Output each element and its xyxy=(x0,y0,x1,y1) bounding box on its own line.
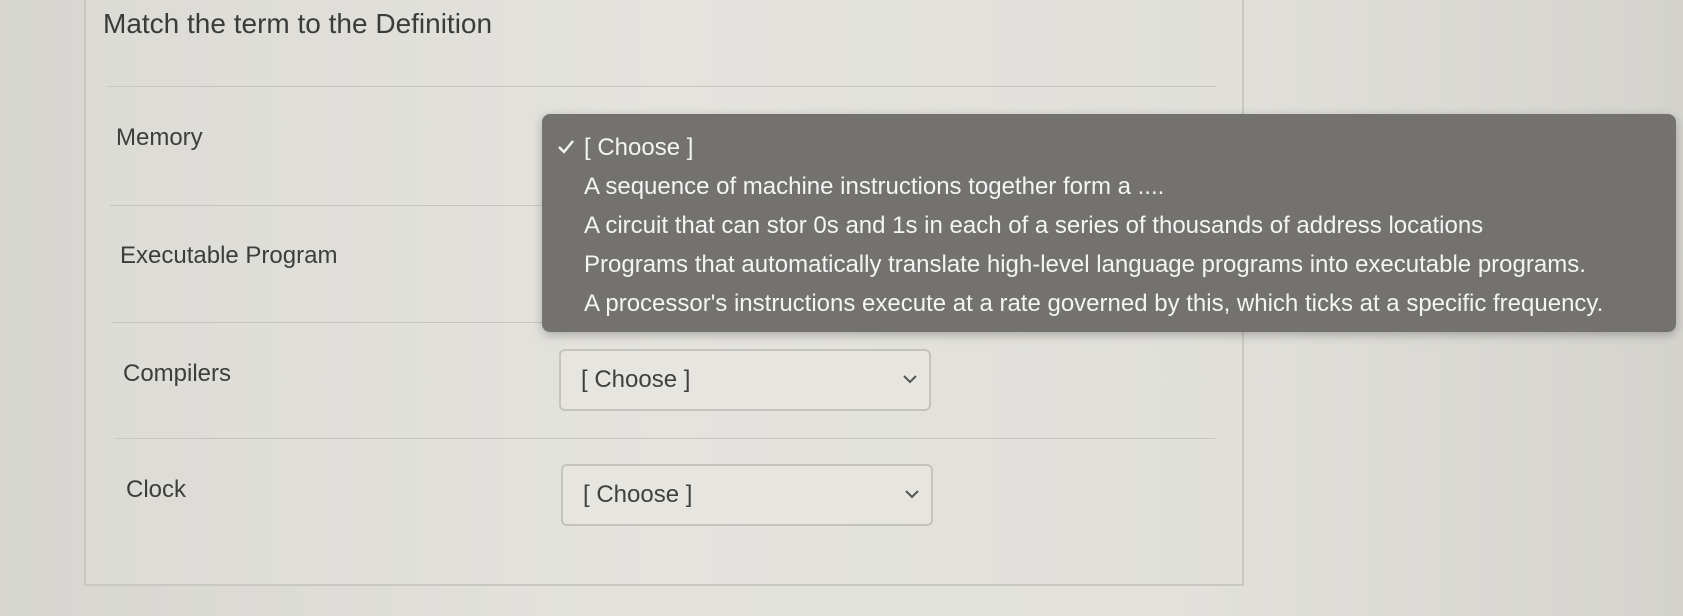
check-icon xyxy=(558,140,574,154)
term-clock: Clock xyxy=(126,476,187,503)
term-memory: Memory xyxy=(116,124,203,151)
dropdown-option[interactable]: A processor's instructions execute at a … xyxy=(584,290,1603,318)
divider xyxy=(115,438,1215,439)
compilers-definition-select[interactable]: [ Choose ] xyxy=(559,349,931,411)
divider xyxy=(110,205,546,206)
divider xyxy=(107,86,1217,87)
clock-definition-select[interactable]: [ Choose ] xyxy=(561,464,933,526)
select-value: [ Choose ] xyxy=(581,366,691,393)
chevron-down-icon xyxy=(903,375,917,384)
dropdown-option-label: [ Choose ] xyxy=(584,134,694,161)
term-compilers: Compilers xyxy=(123,360,232,387)
dropdown-option[interactable]: A circuit that can stor 0s and 1s in eac… xyxy=(584,212,1483,240)
dropdown-option-choose[interactable]: [ Choose ] xyxy=(556,134,693,162)
term-executable-program: Executable Program xyxy=(120,242,338,269)
select-value: [ Choose ] xyxy=(583,481,693,508)
dropdown-option[interactable]: Programs that automatically translate hi… xyxy=(584,251,1586,279)
question-title: Match the term to the Definition xyxy=(103,8,493,39)
chevron-down-icon xyxy=(905,490,919,499)
definition-dropdown-menu: [ Choose ] A sequence of machine instruc… xyxy=(542,114,1676,332)
dropdown-option[interactable]: A sequence of machine instructions toget… xyxy=(584,173,1164,201)
divider xyxy=(112,322,546,323)
